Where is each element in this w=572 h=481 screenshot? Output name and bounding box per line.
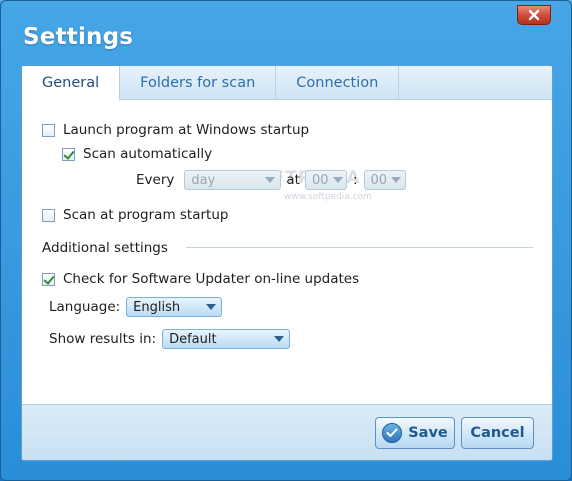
cancel-label: Cancel [470, 425, 525, 441]
window-title: Settings [23, 24, 134, 50]
time-separator: : [352, 172, 358, 188]
cancel-button[interactable]: Cancel [461, 417, 534, 449]
check-updates-row: Check for Software Updater on-line updat… [42, 271, 359, 287]
language-row: Language: English [49, 297, 223, 317]
scan-program-startup-label: Scan at program startup [63, 207, 229, 223]
scan-program-startup-row: Scan at program startup [42, 207, 228, 223]
tab-general[interactable]: General [22, 66, 121, 101]
launch-startup-label: Launch program at Windows startup [63, 122, 310, 138]
section-divider [186, 247, 533, 248]
tab-folders-for-scan[interactable]: Folders for scan [120, 66, 277, 100]
watermark-url: www.softpedia.com [284, 192, 372, 202]
minute-value: 00 [370, 172, 388, 188]
settings-window: Settings General Folders for scan Connec… [0, 0, 572, 481]
at-label: at [286, 172, 300, 188]
general-tab-content: SOFTPEDIA www.softpedia.com Launch progr… [22, 100, 552, 406]
scan-program-startup-checkbox[interactable] [42, 208, 55, 222]
launch-startup-checkbox[interactable] [42, 123, 55, 137]
close-button[interactable] [517, 5, 551, 25]
scan-automatically-row: Scan automatically [62, 146, 212, 162]
hour-value: 00 [311, 172, 329, 188]
language-value: English [133, 299, 181, 315]
save-button[interactable]: Save [375, 417, 455, 449]
chevron-down-icon [265, 177, 276, 183]
every-label: Every [136, 172, 175, 188]
tab-bar: General Folders for scan Connection [22, 66, 552, 101]
check-updates-label: Check for Software Updater on-line updat… [63, 271, 360, 287]
language-label: Language: [49, 299, 121, 315]
save-label: Save [408, 425, 448, 441]
schedule-row: Every day at 00 : 00 [136, 170, 406, 190]
show-results-row: Show results in: Default [49, 329, 291, 349]
checkmark-icon [382, 423, 403, 443]
scan-automatically-checkbox[interactable] [62, 147, 75, 161]
minute-dropdown[interactable]: 00 [363, 170, 406, 190]
tab-connection[interactable]: Connection [276, 66, 400, 100]
period-dropdown[interactable]: day [184, 170, 282, 190]
scan-automatically-label: Scan automatically [83, 146, 213, 162]
settings-panel: General Folders for scan Connection SOFT… [21, 65, 553, 461]
additional-settings-heading: Additional settings [42, 240, 168, 256]
chevron-down-icon [206, 304, 217, 310]
chevron-down-icon [391, 177, 402, 183]
chevron-down-icon [332, 177, 343, 183]
dialog-footer: Save Cancel [22, 404, 552, 460]
chevron-down-icon [274, 336, 285, 342]
check-updates-checkbox[interactable] [42, 272, 55, 286]
show-results-value: Default [169, 331, 217, 347]
launch-startup-row: Launch program at Windows startup [42, 122, 309, 138]
show-results-label: Show results in: [49, 331, 157, 347]
show-results-dropdown[interactable]: Default [162, 329, 291, 349]
period-value: day [191, 172, 216, 188]
hour-dropdown[interactable]: 00 [304, 170, 347, 190]
close-icon [528, 9, 540, 21]
additional-settings-heading-row: Additional settings [42, 240, 168, 256]
language-dropdown[interactable]: English [126, 297, 223, 317]
